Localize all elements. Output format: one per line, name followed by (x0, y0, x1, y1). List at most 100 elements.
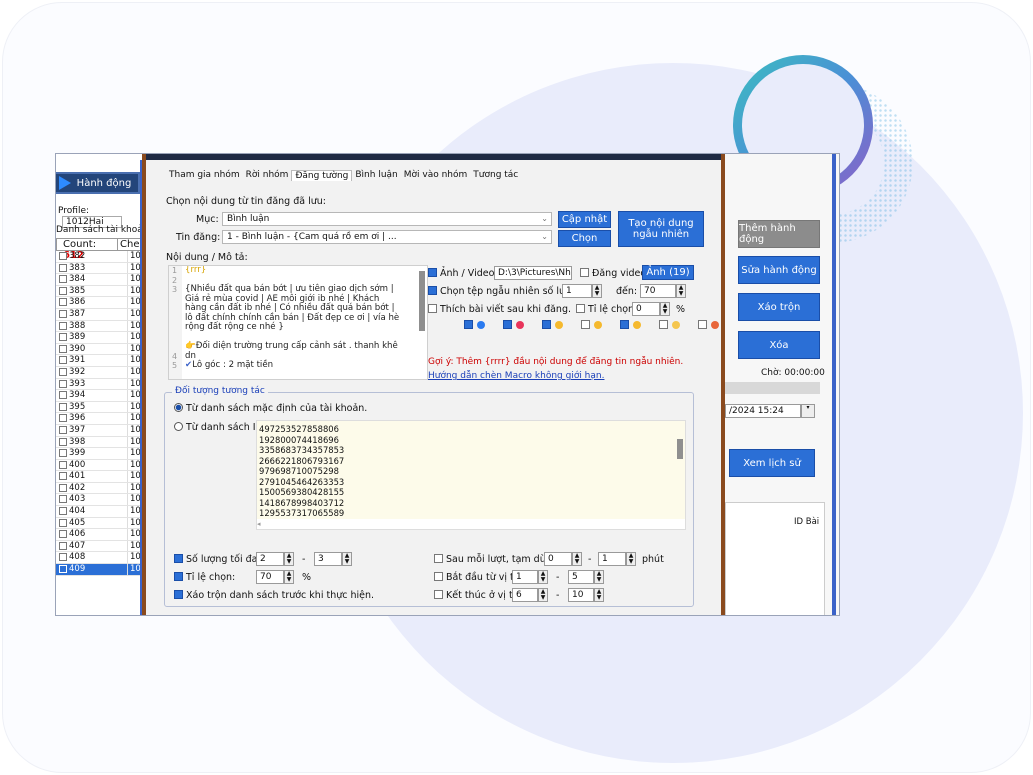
id-list-hscroll[interactable]: ◂ (257, 519, 685, 529)
reaction-like-checkbox[interactable] (464, 320, 473, 329)
reaction-wow[interactable] (620, 320, 641, 329)
end-to-spinner[interactable]: ▲ ▼ (594, 588, 604, 602)
reaction-care[interactable] (542, 320, 563, 329)
list-item[interactable]: 402 10 (56, 482, 146, 495)
start-from-spinner[interactable]: ▲ ▼ (538, 570, 548, 584)
end-option[interactable]: Kết thúc ở vị trí: (434, 590, 522, 601)
list-item[interactable]: 392 10 (56, 366, 146, 379)
editor-scrollbar[interactable] (419, 271, 425, 331)
tab-3[interactable]: Bình luận (352, 170, 400, 181)
row-checkbox[interactable] (59, 507, 67, 516)
list-item[interactable]: 388 10 (56, 320, 146, 333)
end-to-input[interactable]: 10 (568, 588, 594, 602)
edit-action-button[interactable]: Sửa hành động (738, 256, 820, 284)
choose-button[interactable]: Chọn (558, 230, 611, 247)
random-to-input[interactable]: 70 (640, 284, 676, 298)
row-checkbox[interactable] (59, 414, 67, 423)
list-item[interactable]: 391 10 (56, 355, 146, 367)
muc-select[interactable]: Bình luận ⌄ (222, 212, 552, 226)
shuffle-checkbox[interactable] (174, 590, 183, 599)
list-item[interactable]: 387 10 (56, 308, 146, 321)
reaction-sad-checkbox[interactable] (659, 320, 668, 329)
max-option[interactable]: Số lượng tối đa: (174, 554, 261, 565)
image-video-checkbox[interactable] (428, 268, 437, 277)
id-list-radio[interactable] (174, 422, 183, 431)
start-from-input[interactable]: 1 (512, 570, 538, 584)
row-checkbox[interactable] (59, 553, 67, 562)
list-item[interactable]: 408 10 (56, 552, 146, 565)
list-item[interactable]: 400 10 (56, 459, 146, 472)
post-video-checkbox[interactable] (580, 268, 589, 277)
post-video-option[interactable]: Đăng video (580, 268, 646, 279)
row-checkbox[interactable] (59, 263, 67, 272)
start-to-spinner[interactable]: ▲ ▼ (594, 570, 604, 584)
select-ratio-checkbox[interactable] (174, 572, 183, 581)
row-checkbox[interactable] (59, 391, 67, 400)
list-item[interactable]: 396 10 (56, 413, 146, 425)
shuffle-button[interactable]: Xáo trộn (738, 293, 820, 321)
list-item[interactable]: 407 10 (56, 540, 146, 553)
list-item[interactable]: 394 10 (56, 390, 146, 402)
random-content-button[interactable]: Tạo nội dung ngẫu nhiên (618, 211, 704, 247)
ratio-checkbox[interactable] (576, 304, 585, 313)
id-list-box[interactable]: 497253527858806 192800074418696 3358683734… (256, 420, 686, 530)
random-files-checkbox[interactable] (428, 286, 437, 295)
delete-button[interactable]: Xóa (738, 331, 820, 359)
action-tab[interactable]: Hành động (56, 172, 140, 194)
list-item[interactable]: 383 10 (56, 262, 146, 275)
end-from-spinner[interactable]: ▲ ▼ (538, 588, 548, 602)
reaction-sad[interactable] (659, 320, 680, 329)
max-from-spinner[interactable]: ▲ ▼ (284, 552, 294, 566)
row-checkbox[interactable] (59, 356, 67, 365)
pause-checkbox[interactable] (434, 554, 443, 563)
list-item[interactable]: 390 10 (56, 343, 146, 356)
like-option[interactable]: Thích bài viết sau khi đăng. (428, 304, 571, 315)
max-to-input[interactable]: 3 (314, 552, 342, 566)
row-checkbox[interactable] (59, 460, 67, 469)
row-checkbox[interactable] (59, 425, 67, 434)
tab-0[interactable]: Tham gia nhóm (166, 170, 243, 181)
shuffle-option[interactable]: Xáo trộn danh sách trước khi thực hiện. (174, 590, 374, 601)
macro-guide-link[interactable]: Hướng dẫn chèn Macro không giới hạn. (428, 371, 604, 381)
content-editor[interactable]: 123456 {rrr} {Nhiều đất qua bán bớt | ưu… (168, 265, 428, 380)
list-item[interactable]: 403 10 (56, 494, 146, 507)
row-checkbox[interactable] (59, 333, 67, 342)
reaction-angry-checkbox[interactable] (698, 320, 707, 329)
ratio-spinner[interactable]: ▲ ▼ (660, 302, 670, 316)
list-item[interactable]: 385 10 (56, 285, 146, 298)
reaction-love[interactable] (503, 320, 524, 329)
row-checkbox[interactable] (59, 367, 67, 376)
id-list-option[interactable]: Từ danh sách ID: (174, 422, 266, 433)
select-ratio-input[interactable]: 70 (256, 570, 284, 584)
reaction-like[interactable] (464, 320, 485, 329)
list-item[interactable]: 382 10 (56, 251, 146, 263)
row-checkbox[interactable] (59, 379, 67, 388)
list-item[interactable]: 405 10 (56, 517, 146, 530)
row-checkbox[interactable] (59, 449, 67, 458)
start-to-input[interactable]: 5 (568, 570, 594, 584)
pause-to-spinner[interactable]: ▲ ▼ (626, 552, 636, 566)
row-checkbox[interactable] (59, 530, 67, 539)
default-list-radio[interactable] (174, 403, 183, 412)
reaction-love-checkbox[interactable] (503, 320, 512, 329)
row-checkbox[interactable] (59, 495, 67, 504)
start-checkbox[interactable] (434, 572, 443, 581)
list-item[interactable]: 393 10 (56, 378, 146, 391)
id-list-scrollbar[interactable] (677, 439, 683, 459)
list-item[interactable]: 389 10 (56, 332, 146, 344)
tab-2[interactable]: Đăng tường (291, 170, 353, 181)
image-video-option[interactable]: Ảnh / Video: (428, 268, 498, 279)
tab-4[interactable]: Mời vào nhóm (401, 170, 471, 181)
reaction-haha[interactable] (581, 320, 602, 329)
list-item[interactable]: 397 10 (56, 424, 146, 437)
row-checkbox[interactable] (59, 472, 67, 481)
row-checkbox[interactable] (59, 518, 67, 527)
row-checkbox[interactable] (59, 286, 67, 295)
add-action-button[interactable]: Thêm hành động (738, 220, 820, 248)
start-option[interactable]: Bắt đầu từ vị trí: (434, 572, 524, 583)
row-checkbox[interactable] (59, 541, 67, 550)
row-checkbox[interactable] (59, 565, 67, 574)
end-checkbox[interactable] (434, 590, 443, 599)
random-files-option[interactable]: Chọn tệp ngẫu nhiên số lượng (428, 286, 583, 297)
images-button[interactable]: Ảnh (19) (642, 265, 694, 280)
